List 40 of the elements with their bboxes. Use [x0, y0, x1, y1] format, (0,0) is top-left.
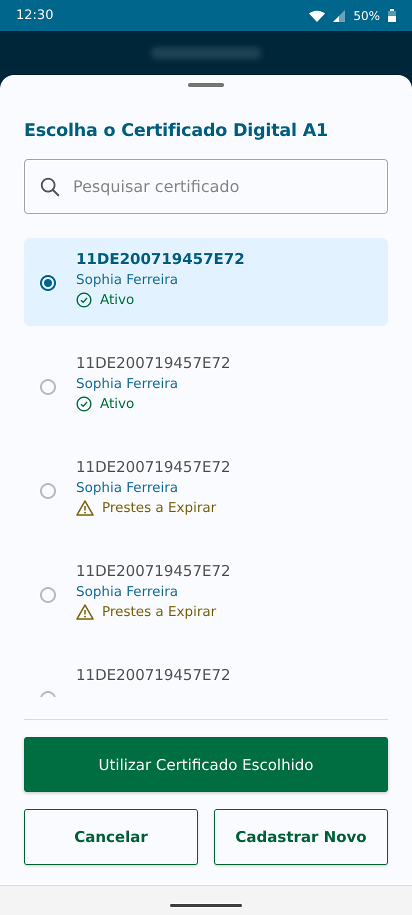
holder-name: Sophia Ferreira — [76, 480, 180, 496]
radio-button[interactable] — [40, 483, 56, 499]
home-indicator[interactable] — [170, 904, 242, 907]
certificate-item[interactable]: 11DE200719457E72 Sophia Ferreira Prestes a Expirar — [24, 550, 388, 638]
radio-button[interactable] — [40, 275, 56, 291]
certificate-item[interactable]: 11DE200719457E72 Sophia Ferreira Ativo — [24, 238, 388, 326]
certificate-id: 11DE200719457E72 — [76, 458, 231, 476]
certificate-item[interactable]: 11DE200719457E72 — [24, 654, 388, 697]
certificate-id: 11DE200719457E72 — [76, 250, 245, 268]
search-input[interactable]: Pesquisar certificado — [71, 176, 373, 197]
status-label: Ativo — [100, 396, 134, 412]
outline-button[interactable]: Cadastrar Novo — [214, 809, 388, 865]
radio-button[interactable] — [40, 587, 56, 603]
battery-level: 50% — [353, 8, 380, 22]
battery-icon — [388, 9, 396, 22]
holder-name: Sophia Ferreira — [76, 584, 180, 600]
status-label: Prestes a Expirar — [102, 500, 216, 516]
check-circle-icon — [76, 292, 92, 308]
signal-icon — [333, 10, 346, 22]
certificate-item[interactable]: 11DE200719457E72 Sophia Ferreira Prestes a Expirar — [24, 446, 388, 534]
radio-button[interactable] — [40, 379, 56, 395]
check-circle-icon — [76, 396, 92, 412]
holder-name: Sophia Ferreira — [76, 272, 180, 288]
holder-name: Sophia Ferreira — [76, 376, 180, 392]
warning-icon — [76, 604, 94, 620]
sheet-title: Escolha o Certificado Digital A1 — [24, 121, 330, 141]
status-label: Ativo — [100, 292, 134, 308]
search-icon — [39, 176, 61, 198]
warning-icon — [76, 500, 94, 516]
search-field[interactable]: Pesquisar certificado — [24, 159, 388, 214]
outline-button[interactable]: Cancelar — [24, 809, 198, 865]
certificate-id: 11DE200719457E72 — [76, 562, 231, 580]
clock: 12:30 — [16, 8, 54, 23]
wifi-icon — [309, 10, 326, 22]
certificate-id: 11DE200719457E72 — [76, 354, 231, 372]
status-label: Prestes a Expirar — [102, 604, 216, 620]
certificate-id: 11DE200719457E72 — [76, 666, 231, 684]
use-certificate-button[interactable]: Utilizar Certificado Escolhido — [24, 737, 388, 792]
certificate-item[interactable]: 11DE200719457E72 Sophia Ferreira Ativo — [24, 342, 388, 430]
drag-handle[interactable] — [188, 83, 224, 87]
